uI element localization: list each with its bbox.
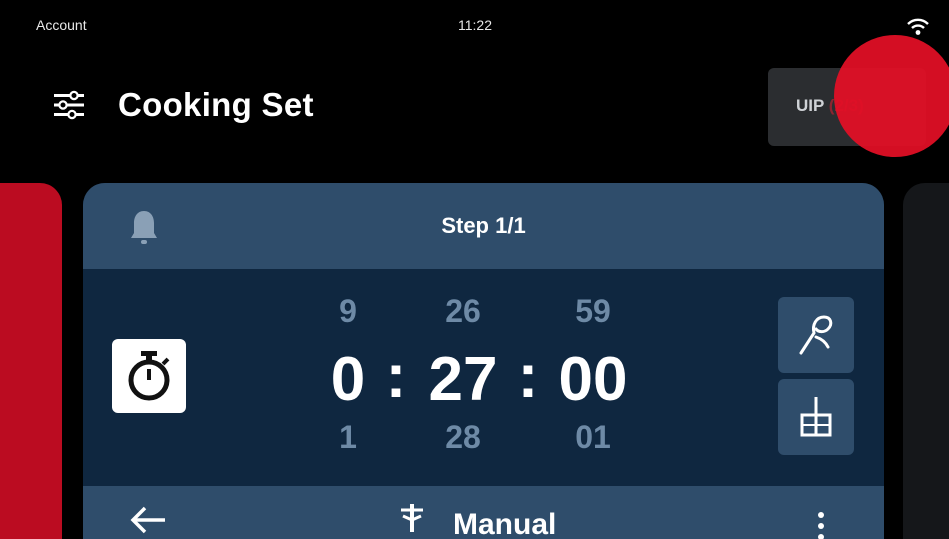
seconds-next[interactable]: 01 bbox=[543, 419, 643, 456]
hours-next[interactable]: 1 bbox=[323, 419, 373, 456]
probe-icon bbox=[799, 315, 833, 355]
arrow-left-icon[interactable] bbox=[129, 505, 169, 535]
mode-label[interactable]: Manual bbox=[453, 508, 556, 539]
time-separator: : bbox=[385, 342, 407, 411]
seconds-value[interactable]: 00 bbox=[543, 341, 643, 419]
stopwatch-icon bbox=[128, 351, 170, 401]
time-separator-2: : bbox=[517, 342, 539, 411]
clock: 11:22 bbox=[458, 17, 492, 33]
status-bar: Account 11:22 bbox=[0, 0, 949, 42]
next-card[interactable] bbox=[903, 183, 949, 539]
manual-hand-icon bbox=[401, 504, 423, 532]
stopwatch-button[interactable] bbox=[112, 339, 186, 413]
hours-picker[interactable]: 9 0 1 bbox=[323, 293, 373, 456]
wifi-icon bbox=[907, 18, 929, 35]
app-header: Cooking Set UIP (2/3) bbox=[0, 35, 949, 172]
minutes-picker[interactable]: 26 27 28 bbox=[413, 293, 513, 456]
hours-prev[interactable]: 9 bbox=[323, 293, 373, 341]
hours-value[interactable]: 0 bbox=[323, 341, 373, 419]
previous-card[interactable] bbox=[0, 183, 62, 539]
uip-count: (2/3) bbox=[828, 96, 864, 115]
mode-bar: Manual bbox=[83, 486, 884, 539]
step-card: Step 1/1 9 0 1 : 26 27 28 : 59 00 01 Man… bbox=[83, 183, 884, 539]
core-probe-icon bbox=[800, 397, 832, 437]
account-label[interactable]: Account bbox=[36, 17, 87, 33]
minutes-value[interactable]: 27 bbox=[413, 341, 513, 419]
minutes-next[interactable]: 28 bbox=[413, 419, 513, 456]
minutes-prev[interactable]: 26 bbox=[413, 293, 513, 341]
more-vertical-icon[interactable] bbox=[816, 512, 826, 539]
probe-button[interactable] bbox=[778, 297, 854, 373]
core-probe-button[interactable] bbox=[778, 379, 854, 455]
step-header: Step 1/1 bbox=[83, 183, 884, 269]
settings-sliders-icon[interactable] bbox=[52, 90, 86, 120]
uip-label: UIP bbox=[796, 96, 825, 115]
page-title: Cooking Set bbox=[118, 86, 314, 123]
step-label: Step 1/1 bbox=[441, 213, 526, 238]
seconds-picker[interactable]: 59 00 01 bbox=[543, 293, 643, 456]
seconds-prev[interactable]: 59 bbox=[543, 293, 643, 341]
uip-button[interactable]: UIP (2/3) bbox=[768, 68, 926, 146]
